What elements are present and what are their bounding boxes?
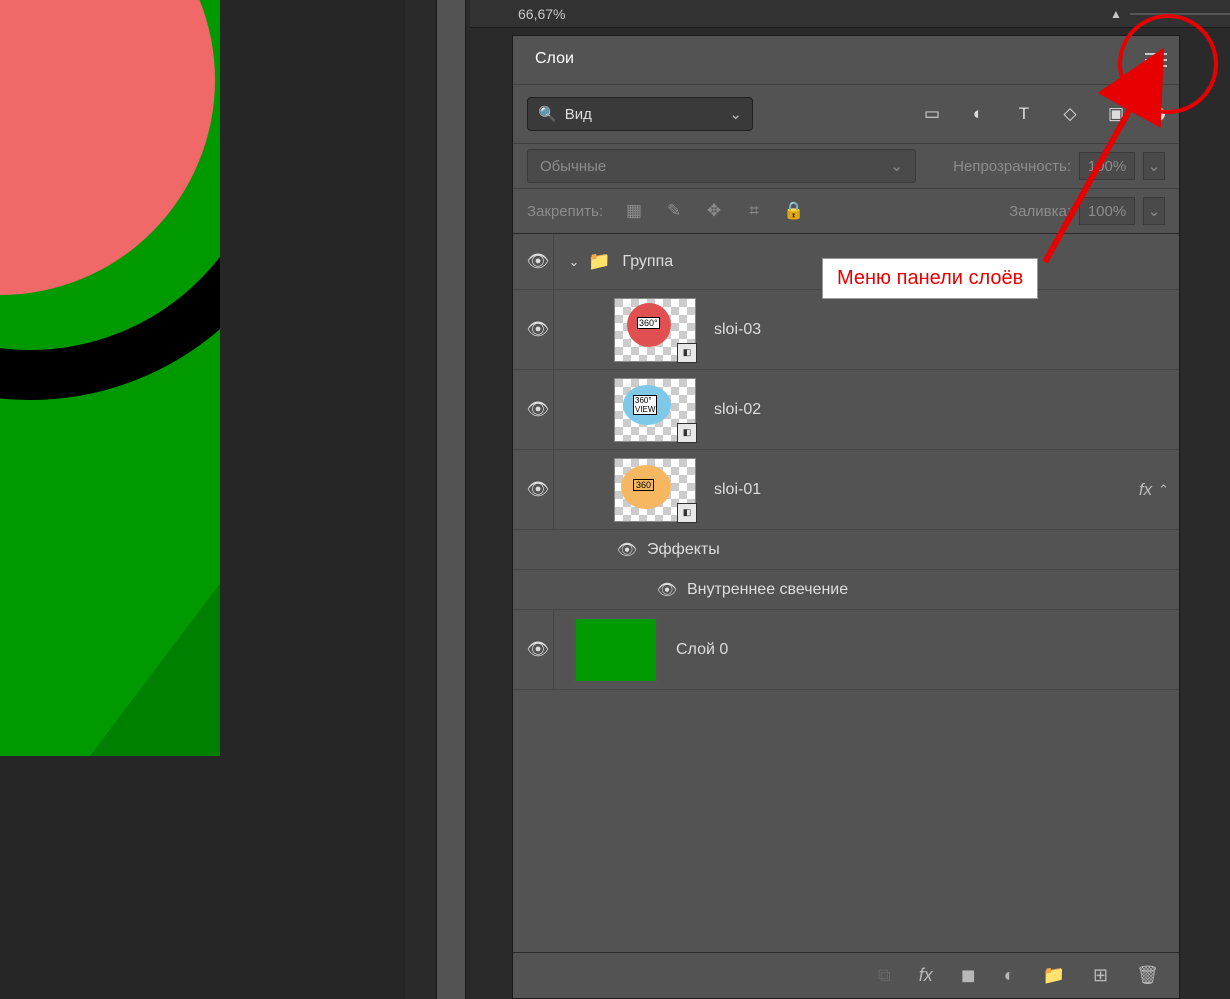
fx-collapse-toggle[interactable]: ⌃ bbox=[1158, 482, 1169, 498]
panel-divider[interactable] bbox=[436, 0, 466, 999]
visibility-toggle[interactable]: 👁 bbox=[523, 610, 554, 689]
lock-transparent-icon[interactable]: ▦ bbox=[623, 200, 645, 222]
adjustment-layer-icon[interactable]: ◐ bbox=[1004, 965, 1015, 986]
lock-position-icon[interactable]: ✥ bbox=[703, 200, 725, 222]
layer-filter-icons: ▭ ◐ T ◇ ▣ bbox=[921, 103, 1165, 125]
hamburger-icon bbox=[1145, 59, 1167, 61]
layer-thumbnail[interactable]: 360° ◧ bbox=[614, 298, 696, 362]
opacity-group: Непрозрачность: 100% ⌄ bbox=[953, 152, 1165, 180]
smart-object-icon: ◧ bbox=[677, 343, 697, 363]
fx-indicator[interactable]: fx bbox=[1139, 480, 1152, 500]
folder-icon: 📁 bbox=[588, 251, 610, 272]
artwork-canvas bbox=[0, 0, 220, 756]
fill-input[interactable]: 100% bbox=[1079, 197, 1135, 225]
layers-panel: Слои 🔍 Вид ⌄ ▭ ◐ T ◇ ▣ Обычные ⌄ Непрозр… bbox=[512, 35, 1180, 999]
layer-filter-dropdown[interactable]: 🔍 Вид ⌄ bbox=[527, 97, 753, 131]
opacity-input[interactable]: 100% bbox=[1079, 152, 1135, 180]
panel-tab-bar: Слои bbox=[513, 36, 1179, 84]
filter-toggle-icon[interactable] bbox=[1151, 107, 1165, 121]
opacity-slider-button[interactable]: ⌄ bbox=[1143, 152, 1165, 180]
new-group-icon[interactable]: 📁 bbox=[1043, 965, 1065, 986]
blend-mode-value: Обычные bbox=[540, 158, 606, 175]
layer-row-sloi02[interactable]: 👁 360°VIEW ◧ sloi-02 bbox=[513, 370, 1179, 450]
navigator-zoom-strip: 66,67% ▲ ▲ bbox=[470, 0, 1230, 28]
layers-bottom-toolbar: ⧉ fx ◼ ◐ 📁 ⊞ 🗑 bbox=[513, 952, 1179, 998]
link-layers-icon[interactable]: ⧉ bbox=[878, 965, 891, 986]
chevron-down-icon: ⌄ bbox=[890, 157, 903, 175]
layer-effect-inner-glow[interactable]: 👁 Внутреннее свечение bbox=[513, 570, 1179, 610]
blend-mode-dropdown[interactable]: Обычные ⌄ bbox=[527, 149, 916, 183]
blend-opacity-row: Обычные ⌄ Непрозрачность: 100% ⌄ bbox=[513, 143, 1179, 188]
filter-text-icon[interactable]: T bbox=[1013, 103, 1035, 125]
lock-fill-row: Закрепить: ▦ ✎ ✥ ⌗ 🔒 Заливка: 100% ⌄ bbox=[513, 188, 1179, 233]
visibility-toggle[interactable]: 👁 bbox=[653, 570, 681, 609]
layer-filter-label: Вид bbox=[565, 106, 592, 123]
layer-name[interactable]: sloi-01 bbox=[714, 481, 761, 499]
filter-pixel-icon[interactable]: ▭ bbox=[921, 103, 943, 125]
lock-label: Закрепить: bbox=[527, 203, 603, 220]
smart-object-icon: ◧ bbox=[677, 423, 697, 443]
filter-smart-icon[interactable]: ▣ bbox=[1105, 103, 1127, 125]
effects-label: Эффекты bbox=[647, 541, 720, 559]
annotation-label: Меню панели слоёв bbox=[822, 258, 1038, 299]
filter-shape-icon[interactable]: ◇ bbox=[1059, 103, 1081, 125]
lock-artboard-icon[interactable]: ⌗ bbox=[743, 200, 765, 222]
layer-effects-header[interactable]: 👁 Эффекты bbox=[513, 530, 1179, 570]
lock-all-icon[interactable]: 🔒 bbox=[783, 200, 805, 222]
zoom-slider-track[interactable] bbox=[1130, 13, 1230, 15]
delete-layer-icon[interactable]: 🗑 bbox=[1136, 965, 1159, 986]
zoom-value[interactable]: 66,67% bbox=[518, 6, 565, 22]
visibility-toggle[interactable]: 👁 bbox=[523, 290, 554, 369]
visibility-toggle[interactable]: 👁 bbox=[523, 450, 554, 529]
visibility-toggle[interactable]: 👁 bbox=[523, 370, 554, 449]
zoom-out-icon[interactable]: ▲ bbox=[1110, 7, 1122, 21]
layer-filter-row: 🔍 Вид ⌄ ▭ ◐ T ◇ ▣ bbox=[513, 84, 1179, 143]
opacity-label: Непрозрачность: bbox=[953, 158, 1071, 175]
visibility-toggle[interactable]: 👁 bbox=[523, 234, 554, 289]
search-icon: 🔍 bbox=[538, 105, 557, 123]
fill-group: Заливка: 100% ⌄ bbox=[1009, 197, 1165, 225]
group-collapse-toggle[interactable]: ⌄ bbox=[564, 254, 584, 270]
layer-name[interactable]: sloi-02 bbox=[714, 401, 761, 419]
lock-icons: ▦ ✎ ✥ ⌗ 🔒 bbox=[623, 200, 805, 222]
layer-list: 👁 ⌄ 📁 Группа 👁 360° ◧ sloi-03 👁 360°VIEW… bbox=[513, 233, 1179, 690]
layer-row-sloi01[interactable]: 👁 360 ◧ sloi-01 fx ⌃ bbox=[513, 450, 1179, 530]
fill-label: Заливка: bbox=[1009, 203, 1071, 220]
panel-menu-button[interactable] bbox=[1133, 36, 1179, 84]
layer-thumbnail[interactable]: 360°VIEW ◧ bbox=[614, 378, 696, 442]
layer-name[interactable]: sloi-03 bbox=[714, 321, 761, 339]
canvas-area bbox=[0, 0, 405, 999]
layer-thumbnail[interactable]: 360 ◧ bbox=[614, 458, 696, 522]
layer-name[interactable]: Группа bbox=[622, 253, 673, 271]
layer-name[interactable]: Слой 0 bbox=[676, 641, 728, 659]
layer-thumbnail[interactable] bbox=[574, 617, 658, 683]
visibility-toggle[interactable]: 👁 bbox=[613, 530, 641, 569]
tab-layers[interactable]: Слои bbox=[513, 36, 596, 84]
layer-style-icon[interactable]: fx bbox=[919, 965, 933, 986]
new-layer-icon[interactable]: ⊞ bbox=[1093, 965, 1108, 986]
layer-mask-icon[interactable]: ◼ bbox=[961, 965, 976, 986]
effect-name[interactable]: Внутреннее свечение bbox=[687, 581, 848, 599]
filter-adjust-icon[interactable]: ◐ bbox=[967, 103, 989, 125]
lock-pixels-icon[interactable]: ✎ bbox=[663, 200, 685, 222]
fill-slider-button[interactable]: ⌄ bbox=[1143, 197, 1165, 225]
layer-row-sloi03[interactable]: 👁 360° ◧ sloi-03 bbox=[513, 290, 1179, 370]
chevron-down-icon: ⌄ bbox=[729, 105, 742, 123]
layer-row-background[interactable]: 👁 Слой 0 bbox=[513, 610, 1179, 690]
smart-object-icon: ◧ bbox=[677, 503, 697, 523]
